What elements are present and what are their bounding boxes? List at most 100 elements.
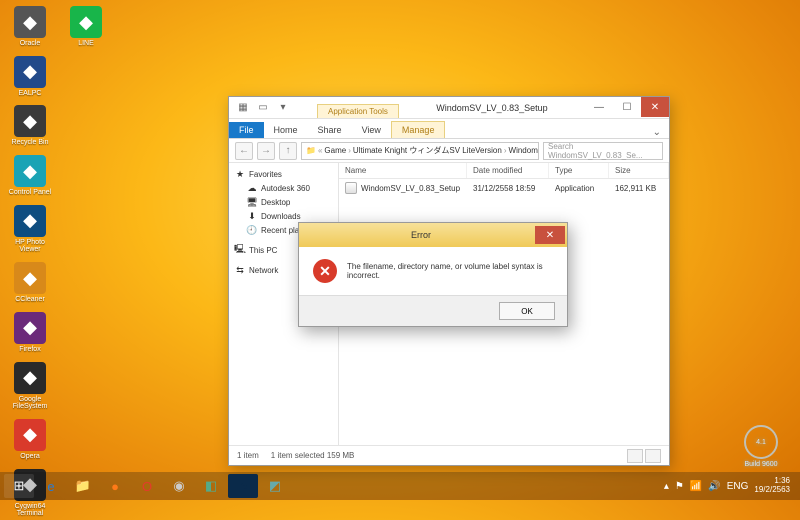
nav-item[interactable]: ⬇Downloads [229,209,338,223]
search-input[interactable]: Search WindomSV_LV_0.83_Se... [543,142,663,160]
desktop-icon[interactable]: ◆HP Photo Viewer [4,203,56,256]
desktop-icon[interactable]: ◆ Control Panel [4,153,56,199]
gadget-value: 4.1 [744,425,778,459]
icon-label: EALPC [19,90,42,98]
desktop-icon[interactable]: ◆ CCleaner [4,260,56,306]
icon-label: HP Photo Viewer [6,239,54,254]
tray-flag-icon[interactable]: ⚑ [675,481,684,492]
desktop-icon[interactable]: ◆ EALPC [4,54,56,100]
app-icon: ◆ [14,56,46,88]
dialog-message: The filename, directory name, or volume … [347,262,553,280]
taskbar-clock[interactable]: 1:36 19/2/2563 [754,477,790,495]
icon-label: Recycle Bin [12,139,49,147]
list-header[interactable]: Name Date modified Type Size [339,163,669,179]
qat-properties-icon[interactable]: ▦ [235,100,251,116]
exe-icon [345,182,357,194]
dialog-close-button[interactable]: ✕ [535,226,565,244]
pc-icon: 🖳 [235,245,245,255]
error-dialog: Error ✕ ✕ The filename, directory name, … [298,222,568,327]
icon-label: CCleaner [15,296,45,304]
nav-item[interactable]: ☁Autodesk 360 [229,181,338,195]
explorer-titlebar[interactable]: ▦ ▭ ▾ Application Tools WindomSV_LV_0.83… [229,97,669,119]
cloud-icon: ☁ [247,183,257,193]
taskbar-photoshop-button[interactable]: Ps [228,474,258,498]
recent-icon: 🕘 [247,225,257,235]
ribbon-manage[interactable]: Manage [391,121,446,138]
desktop-icon[interactable]: ◆Google FileSystem [4,360,56,413]
crumb[interactable]: Game [324,146,346,155]
desktop-icon[interactable]: ◆ LINE [60,4,112,50]
list-item[interactable]: WindomSV_LV_0.83_Setup 31/12/2558 18:59 … [339,179,669,197]
desktop-icon[interactable]: ◆Opera [4,417,56,463]
taskbar-app1-button[interactable]: ◧ [196,474,226,498]
crumb[interactable]: WindomSV_LV_0.83_Setup [509,146,539,155]
tray-network-icon[interactable]: 📶 [690,481,702,492]
minimize-button[interactable]: — [585,97,613,117]
ribbon-share[interactable]: Share [308,122,352,138]
app-icon: ◆ [14,6,46,38]
dialog-titlebar[interactable]: Error ✕ [299,223,567,247]
app-icon: ◆ [14,312,46,344]
tray-up-icon[interactable]: ▴ [664,481,669,492]
icon-label: LINE [78,40,94,48]
col-type[interactable]: Type [549,163,609,178]
taskbar-app2-button[interactable]: ◩ [260,474,290,498]
error-icon: ✕ [313,259,337,283]
nav-up-button[interactable]: ↑ [279,142,297,160]
qat-newfolder-icon[interactable]: ▭ [255,100,271,116]
col-name[interactable]: Name [339,163,467,178]
breadcrumb[interactable]: 📁 « Game › Ultimate Knight ウィンダムSV LiteV… [301,142,539,160]
taskbar-opera-button[interactable]: O [132,474,162,498]
nav-item[interactable]: 🖥Desktop [229,195,338,209]
nav-forward-button[interactable]: → [257,142,275,160]
desktop-icon[interactable]: ◆ Firefox [4,310,56,356]
desktop-icon[interactable]: ◆ Recycle Bin [4,103,56,149]
tray-volume-icon[interactable]: 🔊 [708,481,720,492]
ribbon-home[interactable]: Home [264,122,308,138]
window-title: WindomSV_LV_0.83_Setup [399,103,585,113]
taskbar-start-button[interactable]: ⊞ [4,474,34,498]
taskbar-ie-button[interactable]: e [36,474,66,498]
gadget-label: Build 9600 [744,461,778,468]
system-tray: ▴ ⚑ 📶 🔊 ENG 1:36 19/2/2563 [664,477,796,495]
maximize-button[interactable]: ☐ [613,97,641,117]
tray-lang[interactable]: ENG [727,481,749,492]
app-icon: ◆ [14,262,46,294]
ribbon-file[interactable]: File [229,122,264,138]
taskbar-explorer-button[interactable]: 📁 [68,474,98,498]
ok-button[interactable]: OK [499,302,555,320]
icon-label: Firefox [19,346,40,354]
dialog-title: Error [307,230,535,240]
taskbar: ⊞e📁●O◉◧Ps◩ ▴ ⚑ 📶 🔊 ENG 1:36 19/2/2563 [0,472,800,500]
star-icon: ★ [235,169,245,179]
app-icon: ◆ [14,155,46,187]
status-selection: 1 item selected 159 MB [271,451,355,460]
desktop-icon[interactable]: ◆ Oracle [4,4,56,50]
qat-dropdown-icon[interactable]: ▾ [275,100,291,116]
icon-label: Oracle [20,40,41,48]
ribbon-tabs: File Home Share View Manage ⌄ [229,119,669,139]
view-details-button[interactable] [627,449,643,463]
icon-label: Opera [20,453,39,461]
context-tab: Application Tools [317,104,399,118]
close-button[interactable]: ✕ [641,97,669,117]
app-icon: ◆ [70,6,102,38]
status-count: 1 item [237,451,259,460]
icon-label: Google FileSystem [6,396,54,411]
app-icon: ◆ [14,105,46,137]
search-placeholder: Search WindomSV_LV_0.83_Se... [548,142,658,160]
nav-back-button[interactable]: ← [235,142,253,160]
col-size[interactable]: Size [609,163,669,178]
icon-label: Control Panel [9,189,51,197]
ribbon-collapse-icon[interactable]: ⌄ [645,127,669,138]
status-bar: 1 item 1 item selected 159 MB [229,445,669,465]
ribbon-view[interactable]: View [352,122,391,138]
col-date[interactable]: Date modified [467,163,549,178]
taskbar-firefox-button[interactable]: ● [100,474,130,498]
nav-favorites[interactable]: ★Favorites [229,167,338,181]
crumb[interactable]: Ultimate Knight ウィンダムSV LiteVersion [353,145,502,156]
network-icon: ⇆ [235,265,245,275]
view-large-button[interactable] [645,449,661,463]
taskbar-chrome-button[interactable]: ◉ [164,474,194,498]
desktop-icon: 🖥 [247,197,257,207]
